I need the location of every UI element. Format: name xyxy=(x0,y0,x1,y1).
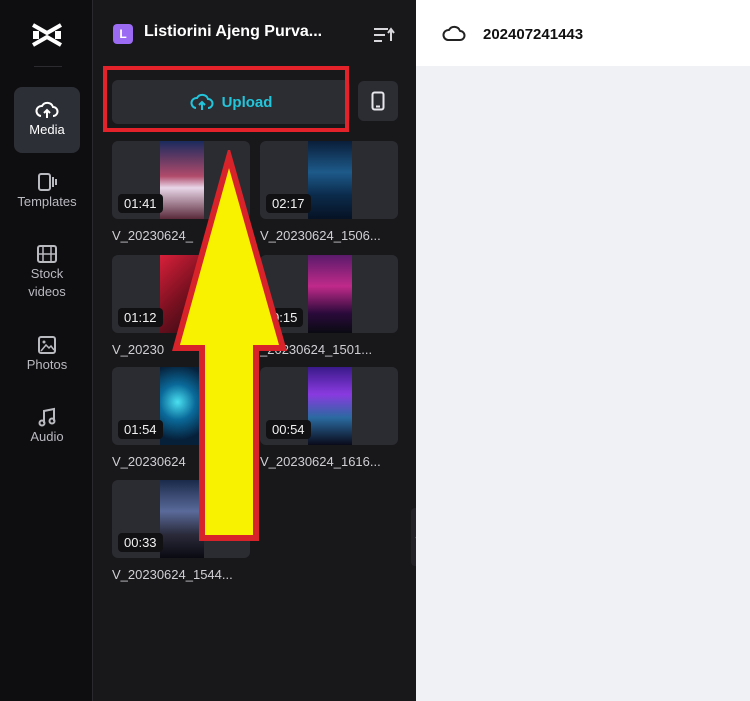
left-rail: Media Templates Stock videos Photos Audi… xyxy=(0,0,92,701)
duration-badge: 01:12 xyxy=(118,308,163,327)
video-frame xyxy=(308,367,352,445)
top-bar: 202407241443 xyxy=(416,0,750,66)
rail-item-stock-videos[interactable]: Stock videos xyxy=(14,231,80,305)
rail-item-templates[interactable]: Templates xyxy=(14,159,80,225)
film-icon xyxy=(37,245,57,263)
cloud-icon[interactable] xyxy=(442,24,466,42)
annotation-arrow xyxy=(172,150,287,541)
cloud-upload-icon xyxy=(35,101,59,118)
workspace-name[interactable]: Listiorini Ajeng Purva... xyxy=(144,23,354,41)
video-frame xyxy=(308,141,352,219)
template-icon xyxy=(38,173,57,191)
duration-badge: 01:41 xyxy=(118,194,163,213)
rail-label: Templates xyxy=(17,194,77,209)
rail-divider xyxy=(34,66,62,67)
rail-item-photos[interactable]: Photos xyxy=(14,322,80,388)
sort-icon[interactable] xyxy=(373,26,395,44)
music-note-icon xyxy=(38,407,56,427)
rail-item-audio[interactable]: Audio xyxy=(14,394,80,460)
media-filename: V_20230624_1544... xyxy=(112,567,233,582)
image-icon xyxy=(38,336,56,354)
rail-label: Audio xyxy=(30,429,64,444)
capcut-logo[interactable] xyxy=(30,20,64,50)
main-area: 202407241443 xyxy=(416,0,750,701)
rail-label: Photos xyxy=(26,357,68,372)
video-frame xyxy=(308,255,352,333)
highlight-box xyxy=(103,66,349,132)
rail-label: Stock videos xyxy=(28,266,66,299)
phone-icon xyxy=(371,91,385,111)
rail-item-media[interactable]: Media xyxy=(14,87,80,153)
workspace-badge[interactable]: L xyxy=(113,24,133,44)
project-title[interactable]: 202407241443 xyxy=(483,26,583,43)
rail-label: Media xyxy=(29,122,65,137)
phone-upload-button[interactable] xyxy=(358,81,398,121)
duration-badge: 00:33 xyxy=(118,533,163,552)
duration-badge: 01:54 xyxy=(118,420,163,439)
